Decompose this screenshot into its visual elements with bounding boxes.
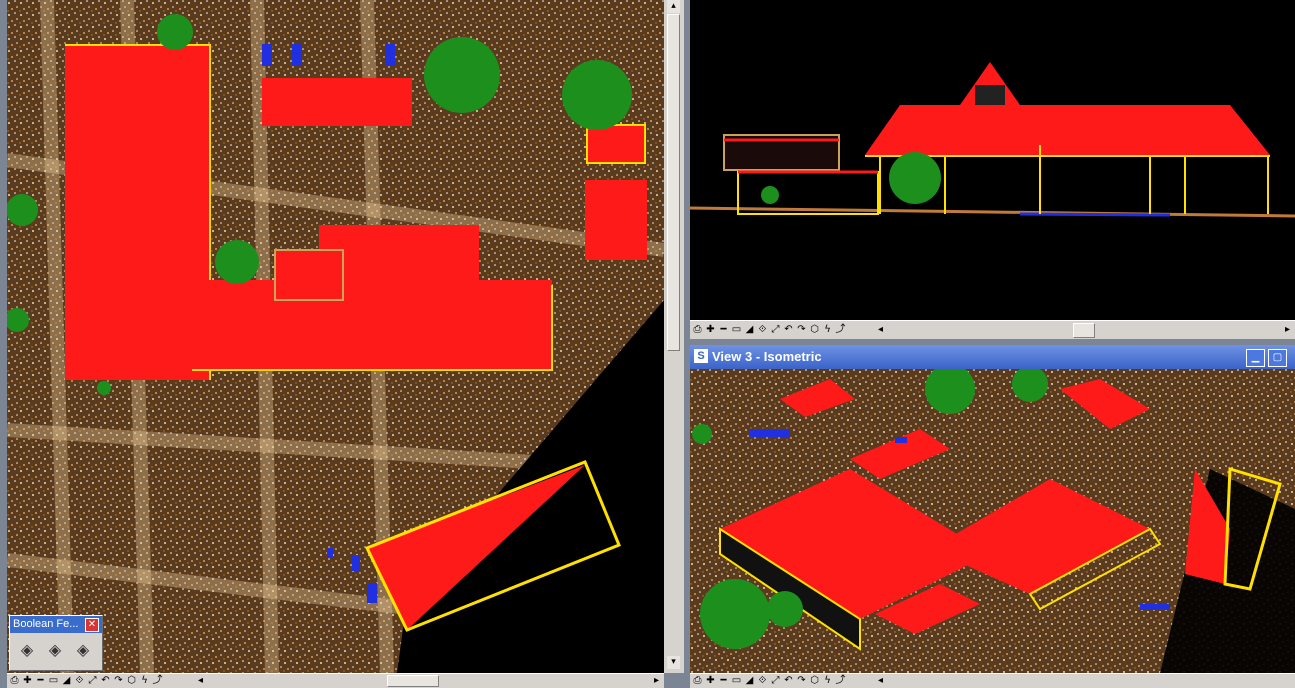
window-area-icon[interactable]: ▭	[48, 675, 59, 686]
toolbox-title: Boolean Fe...	[13, 618, 79, 630]
copy-view-icon[interactable]: ⬡	[809, 675, 820, 686]
maximize-button[interactable]: ▢	[1268, 349, 1287, 367]
print-icon[interactable]: ⎙	[9, 675, 20, 686]
print-icon[interactable]: ⎙	[692, 324, 703, 335]
view-previous-icon[interactable]: ↶	[783, 675, 794, 686]
horizontal-scroll-thumb[interactable]	[387, 675, 439, 687]
isometric-view-titlebar[interactable]: S View 3 - Isometric ▁ ▢	[690, 345, 1295, 369]
top-view-vertical-scrollbar[interactable]: ▴ ▾	[664, 0, 684, 673]
view-title: View 3 - Isometric	[712, 349, 822, 364]
scroll-thumb[interactable]	[667, 14, 680, 351]
toolbox-titlebar[interactable]: Boolean Fe... ✕	[10, 616, 102, 633]
horizontal-scroll-thumb[interactable]	[1073, 323, 1095, 338]
pan-view-icon[interactable]: ⤢	[770, 324, 781, 335]
zoom-out-icon[interactable]: ━	[35, 675, 46, 686]
minimize-button[interactable]: ▁	[1246, 349, 1265, 367]
view-next-icon[interactable]: ↷	[796, 675, 807, 686]
roof-north	[262, 78, 412, 126]
fit-view-icon[interactable]: ◢	[744, 324, 755, 335]
roof-west-wing	[65, 45, 210, 380]
copy-view-icon[interactable]: ⬡	[809, 324, 820, 335]
rotate-view-icon[interactable]: ⟐	[757, 675, 768, 686]
zoom-in-icon[interactable]: ✚	[22, 675, 33, 686]
elevation-view-canvas[interactable]	[690, 0, 1295, 320]
scroll-right-button[interactable]: ▸	[1282, 324, 1293, 335]
zoom-out-icon[interactable]: ━	[718, 324, 729, 335]
roof-east	[585, 180, 647, 260]
isometric-view-toolbar: ⎙ ✚ ━ ▭ ◢ ⟐ ⤢ ↶ ↷ ⬡ ϟ ⤴ ◂	[690, 673, 1295, 688]
scroll-left-button[interactable]: ◂	[195, 675, 206, 686]
pan-view-icon[interactable]: ⤢	[87, 675, 98, 686]
view-next-icon[interactable]: ↷	[796, 324, 807, 335]
camera-icon[interactable]: ⤴	[835, 324, 846, 335]
view-icon: S	[694, 349, 708, 363]
rotate-view-icon[interactable]: ⟐	[757, 324, 768, 335]
scroll-up-button[interactable]: ▴	[667, 0, 680, 13]
pan-view-icon[interactable]: ⤢	[770, 675, 781, 686]
scroll-left-button[interactable]: ◂	[875, 324, 886, 335]
elevation-view-pane[interactable]	[690, 0, 1295, 320]
view-previous-icon[interactable]: ↶	[100, 675, 111, 686]
view-next-icon[interactable]: ↷	[113, 675, 124, 686]
camera-icon[interactable]: ⤴	[152, 675, 163, 686]
elevation-view-toolbar: ⎙ ✚ ━ ▭ ◢ ⟐ ⤢ ↶ ↷ ⬡ ϟ ⤴ ◂ ▸	[690, 320, 1295, 339]
isometric-view-canvas[interactable]	[690, 369, 1295, 673]
zoom-in-icon[interactable]: ✚	[705, 675, 716, 686]
boolean-features-toolbox[interactable]: Boolean Fe... ✕ ◈ ◈ ◈	[9, 615, 103, 671]
elevation-roof	[865, 105, 1270, 155]
window-area-icon[interactable]: ▭	[731, 324, 742, 335]
top-view-pane[interactable]	[7, 0, 664, 673]
copy-view-icon[interactable]: ⬡	[126, 675, 137, 686]
close-icon[interactable]: ✕	[85, 618, 99, 632]
roof-central	[192, 280, 552, 370]
zoom-out-icon[interactable]: ━	[718, 675, 729, 686]
scroll-left-button[interactable]: ◂	[875, 675, 886, 686]
intersection-icon[interactable]: ◈	[44, 640, 66, 662]
union-icon[interactable]: ◈	[16, 640, 38, 662]
view-attributes-icon[interactable]: ϟ	[822, 324, 833, 335]
scroll-right-button[interactable]: ▸	[651, 675, 662, 686]
window-area-icon[interactable]: ▭	[731, 675, 742, 686]
fit-view-icon[interactable]: ◢	[61, 675, 72, 686]
rotate-view-icon[interactable]: ⟐	[74, 675, 85, 686]
view-attributes-icon[interactable]: ϟ	[822, 675, 833, 686]
top-view-canvas[interactable]	[7, 0, 664, 673]
fit-view-icon[interactable]: ◢	[744, 675, 755, 686]
view-previous-icon[interactable]: ↶	[783, 324, 794, 335]
print-icon[interactable]: ⎙	[692, 675, 703, 686]
camera-icon[interactable]: ⤴	[835, 675, 846, 686]
difference-icon[interactable]: ◈	[72, 640, 94, 662]
isometric-view-pane[interactable]	[690, 369, 1295, 673]
zoom-in-icon[interactable]: ✚	[705, 324, 716, 335]
view-attributes-icon[interactable]: ϟ	[139, 675, 150, 686]
top-view-toolbar: ⎙ ✚ ━ ▭ ◢ ⟐ ⤢ ↶ ↷ ⬡ ϟ ⤴ ◂ ▸	[7, 673, 664, 688]
scroll-down-button[interactable]: ▾	[667, 656, 680, 669]
